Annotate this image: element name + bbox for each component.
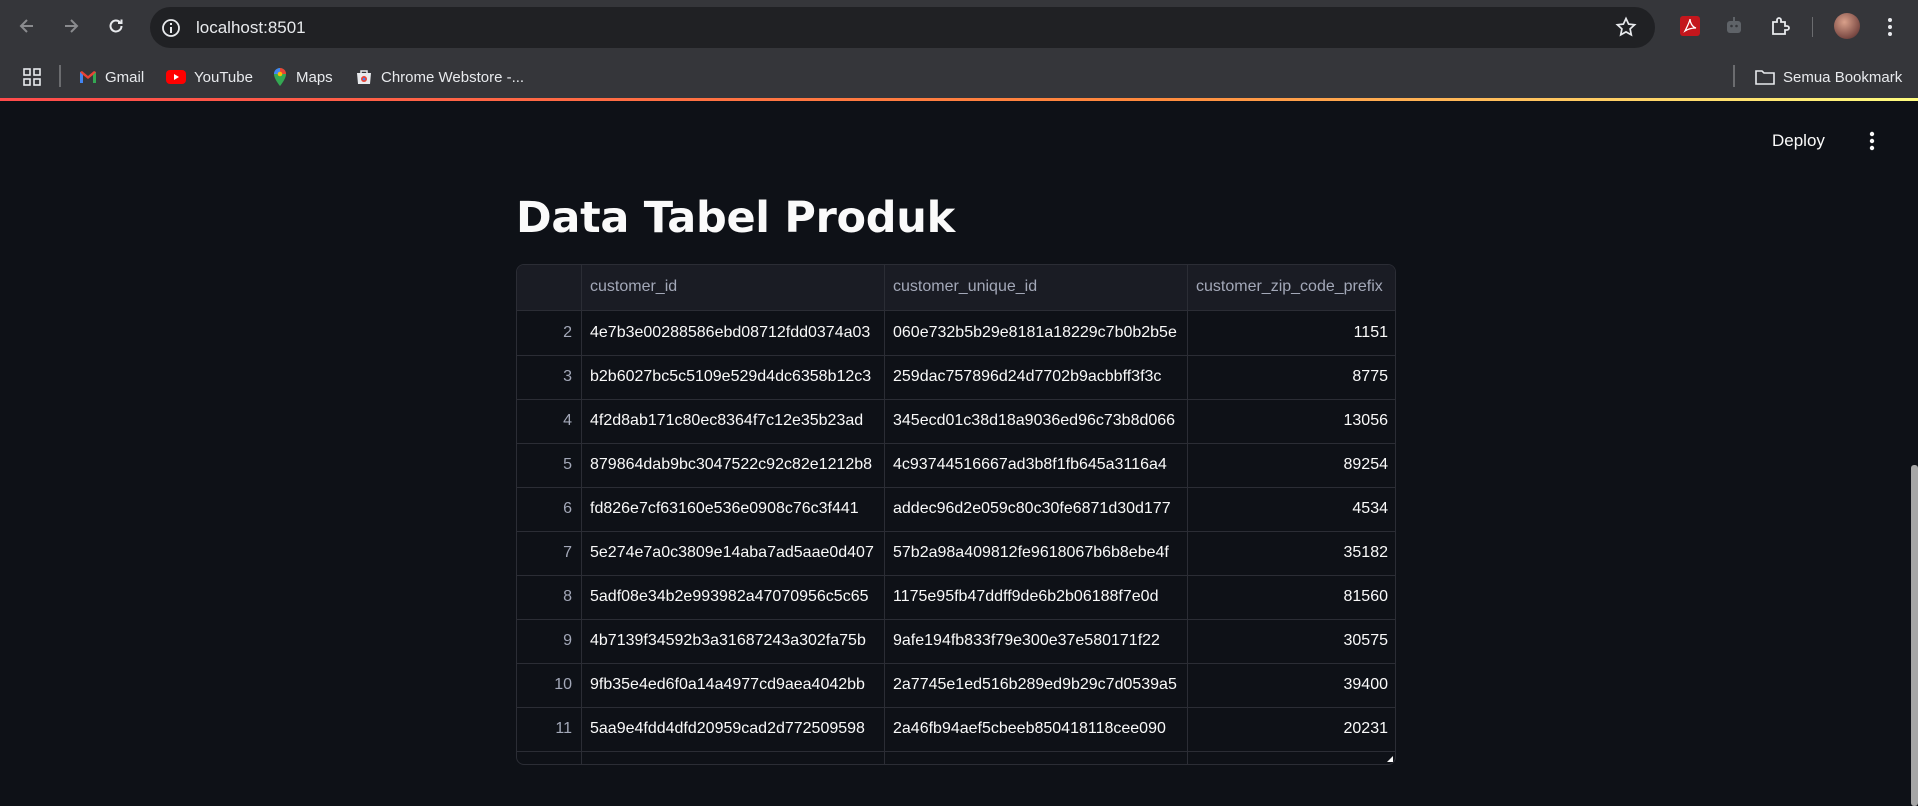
row-index-cell[interactable]: 10	[517, 664, 581, 708]
customer-id-cell[interactable]: 879864dab9bc3047522c92c82e1212b8	[581, 444, 884, 488]
bookmark-separator	[59, 65, 61, 87]
data-table[interactable]: customer_id customer_unique_id customer_…	[516, 264, 1396, 765]
resize-handle[interactable]	[1387, 756, 1393, 762]
customer-unique-id-cell[interactable]: 2a46fb94aef5cbeeb850418118cee090	[884, 708, 1187, 752]
row-index-cell[interactable]: 5	[517, 444, 581, 488]
customer-id-cell[interactable]: 4e7b3e00288586ebd08712fdd0374a03	[581, 312, 884, 356]
customer-id-cell[interactable]: fd826e7cf63160e536e0908c76c3f441	[581, 488, 884, 532]
table-row[interactable]: 8 5adf08e34b2e993982a47070956c5c65 1175e95…	[517, 576, 1395, 620]
customer-unique-id-cell[interactable]: 4c93744516667ad3b8f1fb645a3116a4	[884, 444, 1187, 488]
customer-id-cell[interactable]: 9fb35e4ed6f0a14a4977cd9aea4042bb	[581, 664, 884, 708]
zip-code-cell[interactable]: 4534	[1187, 488, 1395, 532]
customer-id-cell[interactable]: 5e274e7a0c3809e14aba7ad5aae0d407	[581, 532, 884, 576]
bookmark-label: Maps	[296, 68, 333, 86]
app-main: Deploy Data Tabel Produk customer_id cus…	[0, 101, 1918, 806]
table-row[interactable]: 9 4b7139f34592b3a31687243a302fa75b 9afe194…	[517, 620, 1395, 664]
bookmark-label: YouTube	[194, 68, 253, 86]
gmail-icon	[80, 71, 96, 83]
zip-code-cell[interactable]: 35182	[1187, 532, 1395, 576]
reload-icon	[109, 19, 123, 33]
customer-unique-id-cell[interactable]: addec96d2e059c80c30fe6871d30d177	[884, 488, 1187, 532]
customer-unique-id-cell[interactable]: 9afe194fb833f79e300e37e580171f22	[884, 620, 1187, 664]
folder-icon	[1755, 70, 1775, 85]
customer-id-cell[interactable]: 5aa9e4fdd4dfd20959cad2d772509598	[581, 708, 884, 752]
deploy-button[interactable]: Deploy	[1772, 131, 1825, 151]
pdf-extension-icon[interactable]	[1678, 14, 1702, 38]
bookmarks-bar: Gmail YouTube Maps Chrome Webstore -... …	[0, 55, 1918, 99]
address-bar[interactable]: localhost:8501	[150, 7, 1655, 48]
table-row[interactable]	[517, 752, 1395, 764]
bookmark-youtube[interactable]: YouTube	[166, 63, 253, 91]
table-row[interactable]: 11 5aa9e4fdd4dfd20959cad2d772509598 2a46fb…	[517, 708, 1395, 752]
bookmark-star-icon[interactable]	[1615, 16, 1637, 38]
zip-code-cell[interactable]: 39400	[1187, 664, 1395, 708]
bookmark-label: Chrome Webstore -...	[381, 68, 525, 86]
toolbar-divider	[1812, 17, 1813, 37]
customer-unique-id-cell[interactable]: 259dac757896d24d7702b9acbbff3f3c	[884, 356, 1187, 400]
zip-code-cell[interactable]: 8775	[1187, 356, 1395, 400]
profile-avatar[interactable]	[1834, 13, 1860, 39]
row-index-cell[interactable]: 8	[517, 576, 581, 620]
customer-id-cell[interactable]: b2b6027bc5c5109e529d4dc6358b12c3	[581, 356, 884, 400]
zip-code-cell[interactable]: 13056	[1187, 400, 1395, 444]
extensions-puzzle-icon[interactable]	[1768, 14, 1792, 38]
bookmark-separator	[1733, 65, 1735, 87]
customer-id-cell[interactable]: 4f2d8ab171c80ec8364f7c12e35b23ad	[581, 400, 884, 444]
zip-code-cell[interactable]: 89254	[1187, 444, 1395, 488]
forward-button[interactable]	[57, 12, 85, 40]
customer-unique-id-cell[interactable]: 2a7745e1ed516b289ed9b29c7d0539a5	[884, 664, 1187, 708]
table-row[interactable]: 6 fd826e7cf63160e536e0908c76c3f441 addec96…	[517, 488, 1395, 532]
customer-id-cell[interactable]: 4b7139f34592b3a31687243a302fa75b	[581, 620, 884, 664]
row-index-cell[interactable]: 3	[517, 356, 581, 400]
back-button[interactable]	[13, 12, 41, 40]
bookmark-webstore[interactable]: Chrome Webstore -...	[355, 63, 524, 91]
customer-unique-id-cell[interactable]: 345ecd01c38d18a9036ed96c73b8d066	[884, 400, 1187, 444]
bookmark-gmail[interactable]: Gmail	[79, 63, 144, 91]
browser-menu-icon[interactable]	[1882, 15, 1898, 39]
row-index-cell[interactable]: 4	[517, 400, 581, 444]
youtube-icon	[166, 70, 186, 84]
row-index-cell[interactable]: 11	[517, 708, 581, 752]
table-row[interactable]: 7 5e274e7a0c3809e14aba7ad5aae0d407 57b2a98…	[517, 532, 1395, 576]
webstore-icon	[357, 70, 371, 84]
reload-button[interactable]	[102, 12, 130, 40]
all-bookmarks-label: Semua Bookmark	[1783, 68, 1903, 86]
bookmark-label: Gmail	[105, 68, 145, 86]
all-bookmarks-button[interactable]: Semua Bookmark	[1755, 63, 1902, 91]
row-index-cell[interactable]: 7	[517, 532, 581, 576]
zip-code-cell[interactable]: 1151	[1187, 312, 1395, 356]
robot-extension-icon[interactable]	[1722, 14, 1746, 38]
customer-id-cell[interactable]: 5adf08e34b2e993982a47070956c5c65	[581, 576, 884, 620]
row-index-cell[interactable]: 2	[517, 312, 581, 356]
table-row[interactable]: 5 879864dab9bc3047522c92c82e1212b8 4c93744…	[517, 444, 1395, 488]
customer-unique-id-cell[interactable]: 57b2a98a409812fe9618067b6b8ebe4f	[884, 532, 1187, 576]
zip-code-cell[interactable]: 81560	[1187, 576, 1395, 620]
maps-icon	[274, 68, 286, 86]
url-text[interactable]: localhost:8501	[196, 18, 306, 38]
site-info-icon[interactable]	[160, 17, 182, 39]
page-scrollbar[interactable]	[1911, 465, 1918, 806]
table-row[interactable]: 3 b2b6027bc5c5109e529d4dc6358b12c3 259dac7…	[517, 356, 1395, 400]
bookmark-maps[interactable]: Maps	[272, 63, 333, 91]
apps-grid-icon[interactable]	[22, 67, 42, 87]
zip-code-cell[interactable]: 30575	[1187, 620, 1395, 664]
zip-code-cell[interactable]: 20231	[1187, 708, 1395, 752]
table-row[interactable]: 10 9fb35e4ed6f0a14a4977cd9aea4042bb 2a7745…	[517, 664, 1395, 708]
table-row[interactable]: 4 4f2d8ab171c80ec8364f7c12e35b23ad 345ecd0…	[517, 400, 1395, 444]
customer-unique-id-cell[interactable]: 1175e95fb47ddff9de6b2b06188f7e0d	[884, 576, 1187, 620]
table-row[interactable]: 2 4e7b3e00288586ebd08712fdd0374a03 060e732…	[517, 312, 1395, 356]
row-index-cell[interactable]: 9	[517, 620, 581, 664]
row-index-cell[interactable]: 6	[517, 488, 581, 532]
customer-unique-id-cell[interactable]: 060e732b5b29e8181a18229c7b0b2b5e	[884, 312, 1187, 356]
arrow-left-icon	[19, 19, 33, 33]
column-header-zip-code-prefix[interactable]: customer_zip_code_prefix	[1187, 265, 1395, 311]
app-menu-icon[interactable]	[1862, 129, 1882, 153]
arrow-right-icon	[65, 19, 79, 33]
page-title: Data Tabel Produk	[516, 193, 955, 243]
browser-toolbar: localhost:8501	[0, 0, 1918, 55]
